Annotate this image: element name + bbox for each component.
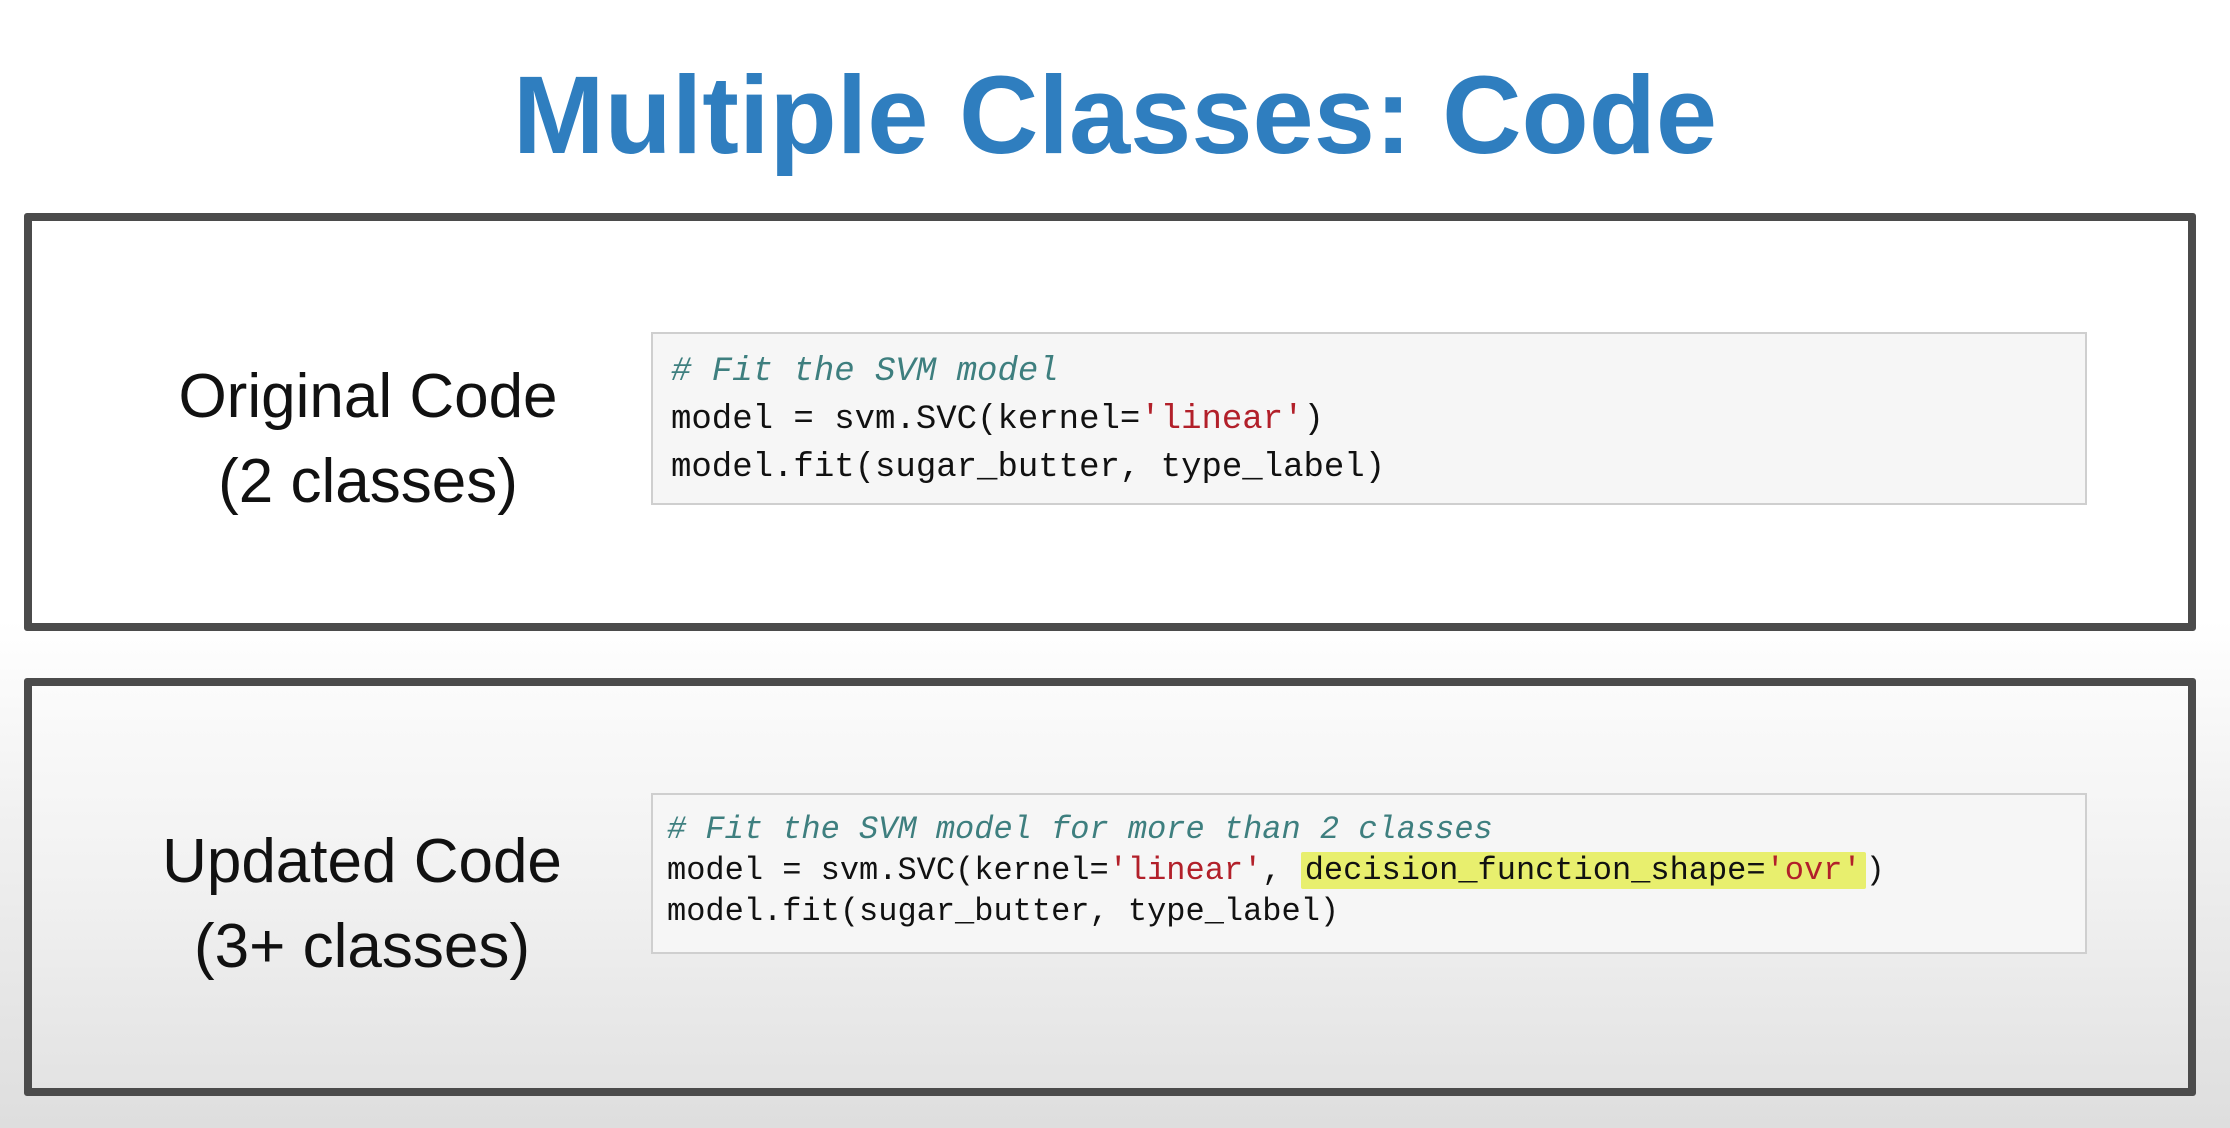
code-string: 'linear': [1108, 852, 1263, 889]
original-code-panel: Original Code (2 classes) # Fit the SVM …: [24, 213, 2196, 631]
code-text: model = svm.SVC(kernel=: [671, 401, 1141, 439]
updated-code-label-line1: Updated Code: [162, 827, 562, 896]
code-line-comment: # Fit the SVM model: [671, 348, 2085, 396]
code-comment: # Fit the SVM model: [671, 353, 1059, 391]
code-text: model = svm.SVC(kernel=: [667, 852, 1109, 889]
code-line-comment: # Fit the SVM model for more than 2 clas…: [667, 809, 2085, 850]
original-code-cell[interactable]: # Fit the SVM model model = svm.SVC(kern…: [651, 332, 2087, 505]
updated-code-label-line2: (3+ classes): [194, 912, 530, 981]
code-line-model: model = svm.SVC(kernel='linear'): [671, 396, 2085, 444]
code-line-fit: model.fit(sugar_butter, type_label): [671, 444, 2085, 492]
updated-code-panel: Updated Code (3+ classes) # Fit the SVM …: [24, 678, 2196, 1096]
code-line-fit: model.fit(sugar_butter, type_label): [667, 891, 2085, 932]
original-code-label-line1: Original Code: [178, 362, 558, 431]
code-text: model.fit(sugar_butter, type_label): [671, 449, 1386, 487]
code-text: model.fit(sugar_butter, type_label): [667, 893, 1340, 930]
code-text: ,: [1262, 852, 1301, 889]
code-text: ): [1865, 852, 1885, 889]
highlighted-parameter: decision_function_shape='ovr': [1300, 852, 1866, 889]
highlighted-parameter-key: decision_function_shape=: [1304, 852, 1766, 889]
highlighted-parameter-value: 'ovr': [1765, 852, 1862, 889]
slide-title: Multiple Classes: Code: [512, 54, 1718, 177]
code-line-model: model = svm.SVC(kernel='linear', decisio…: [667, 850, 2085, 891]
updated-code-label: Updated Code (3+ classes): [92, 819, 632, 989]
code-text: ): [1303, 401, 1324, 439]
code-string: 'linear': [1140, 401, 1304, 439]
updated-code-cell[interactable]: # Fit the SVM model for more than 2 clas…: [651, 793, 2087, 954]
original-code-label: Original Code (2 classes): [108, 354, 628, 524]
original-code-label-line2: (2 classes): [218, 447, 518, 516]
code-comment: # Fit the SVM model for more than 2 clas…: [667, 811, 1493, 848]
